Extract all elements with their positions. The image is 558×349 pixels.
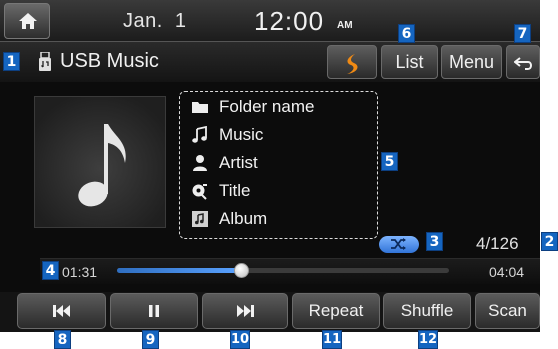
shuffle-indicator [379, 236, 419, 253]
callout-9: 9 [142, 330, 159, 349]
info-row-title: Title [191, 180, 251, 202]
clock: 12:00 [254, 6, 325, 36]
callout-7: 7 [514, 24, 531, 43]
seek-progress-fill [117, 268, 241, 273]
home-button[interactable] [4, 3, 50, 39]
seek-handle[interactable] [234, 263, 249, 278]
folder-name: Folder name [219, 97, 315, 116]
pause-icon [149, 305, 159, 317]
previous-track-icon [52, 305, 70, 317]
callout-10: 10 [230, 330, 250, 349]
callout-2: 2 [541, 232, 558, 251]
next-track-icon [237, 305, 254, 317]
callout-8: 8 [54, 330, 71, 349]
music-name: Music [219, 125, 264, 144]
title-icon [192, 184, 207, 200]
next-track-button[interactable] [202, 293, 288, 329]
track-count: 4/126 [476, 234, 519, 253]
scan-button[interactable]: Scan [475, 293, 540, 329]
info-row-folder: Folder name [191, 96, 314, 118]
folder-icon [192, 102, 208, 113]
back-icon [514, 57, 532, 70]
source-title: USB Music [60, 50, 159, 72]
total-time: 04:04 [489, 264, 525, 280]
pause-button[interactable] [110, 293, 198, 329]
repeat-button[interactable]: Repeat [292, 293, 380, 329]
shuffle-button[interactable]: Shuffle [383, 293, 471, 329]
callout-5: 5 [381, 152, 398, 171]
back-button[interactable] [506, 45, 540, 79]
callout-6: 6 [398, 24, 415, 43]
callout-1: 1 [3, 52, 20, 71]
shuffle-icon [391, 238, 406, 250]
info-row-artist: Artist [191, 152, 258, 174]
seek-track[interactable] [117, 268, 449, 273]
clock-ampm: AM [337, 20, 353, 31]
list-button[interactable]: List [381, 45, 438, 79]
previous-track-button[interactable] [17, 293, 106, 329]
music-note-icon [78, 124, 126, 207]
artist-icon [193, 155, 207, 171]
callout-12: 12 [418, 330, 438, 349]
note-icon [192, 126, 207, 143]
callout-3: 3 [426, 232, 443, 251]
song-title: Title [219, 181, 251, 200]
artist-name: Artist [219, 153, 258, 172]
date: Jan. 1 [123, 10, 187, 32]
home-icon [19, 13, 37, 29]
callout-4: 4 [42, 261, 59, 280]
album-name: Album [219, 209, 268, 228]
source-logo-icon [347, 54, 358, 74]
info-row-album: Album [191, 208, 267, 230]
callout-11: 11 [322, 330, 342, 349]
current-time: 01:31 [62, 264, 98, 280]
menu-button[interactable]: Menu [441, 45, 502, 79]
usb-icon [39, 52, 51, 71]
album-icon [192, 211, 208, 227]
info-row-music: Music [191, 124, 263, 146]
album-art [34, 96, 166, 228]
usb-music-screen: Jan. 1 12:00 AM USB Music List Menu Fold… [0, 0, 558, 349]
